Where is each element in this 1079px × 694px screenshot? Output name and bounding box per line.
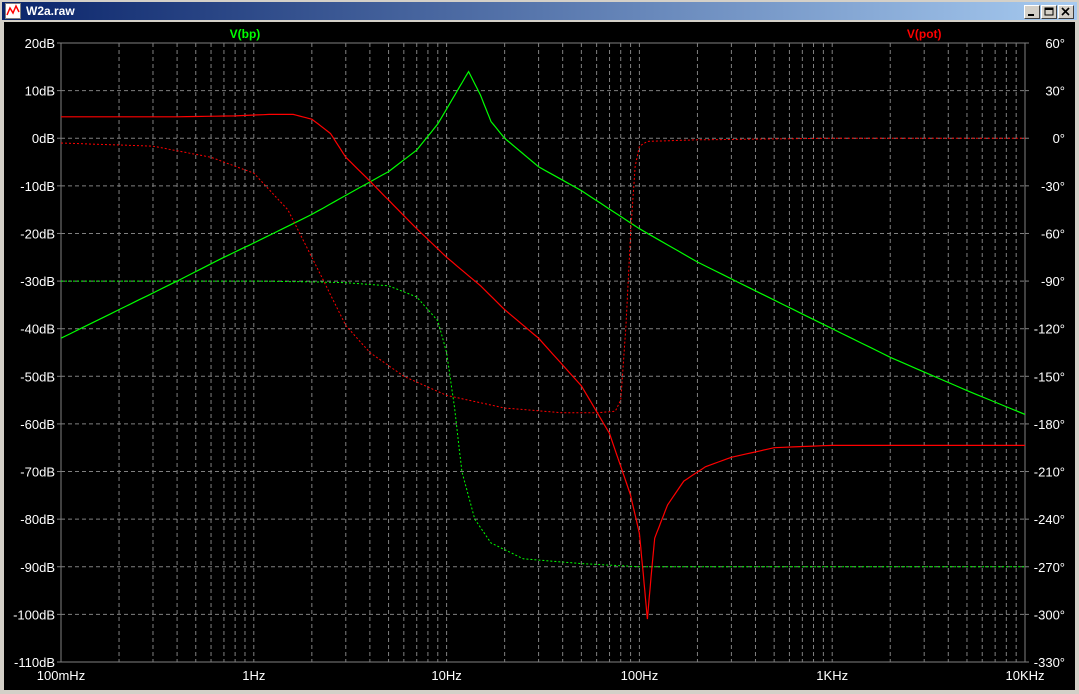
traces [60, 70, 1026, 620]
trace-v-pot-magnitude [61, 113, 1025, 620]
y-right-tick-label: -210° [1034, 465, 1065, 480]
y-right-tick-label: -120° [1034, 322, 1065, 337]
y-left-tick-label: -10dB [20, 179, 55, 194]
y-right-tick-label: 30° [1045, 84, 1065, 99]
bode-chart[interactable]: 100mHz 1Hz 10Hz 100Hz 1KHz 10KHz 20dB 10dB 0dB -… [4, 22, 1075, 690]
minimize-icon [1028, 14, 1034, 16]
x-tick-label: 1Hz [242, 668, 265, 683]
trace-v-pot-phase [60, 137, 1025, 414]
y-left-tick-label: -100dB [13, 607, 55, 622]
y-right-tick-label: 0° [1053, 131, 1065, 146]
x-tick-label: 1KHz [816, 668, 848, 683]
y-left-tick-label: -90dB [20, 560, 55, 575]
y-left-tick-label: -70dB [20, 465, 55, 480]
x-tick-label: 100mHz [37, 668, 85, 683]
y-left-tick-label: -40dB [20, 322, 55, 337]
y-left-tick-label: 10dB [25, 84, 55, 99]
close-icon [1061, 7, 1070, 16]
x-tick-label: 10KHz [1005, 668, 1044, 683]
y-axis-left-ticks: 20dB 10dB 0dB -10dB -20dB -30dB -40dB -50dB -60d… [13, 36, 61, 670]
y-left-tick-label: 0dB [32, 131, 55, 146]
legend[interactable]: V(bp) V(pot) [230, 27, 942, 41]
y-left-tick-label: -30dB [20, 274, 55, 289]
y-axis-right-ticks: 60° 30° 0° -30° -60° -90° -120° -150° -180° -210°… [1025, 36, 1065, 670]
y-right-tick-label: -240° [1034, 512, 1065, 527]
title-bar[interactable]: W2a.raw [2, 2, 1077, 20]
y-right-tick-label: -270° [1034, 560, 1065, 575]
x-axis-ticks: 100mHz 1Hz 10Hz 100Hz 1KHz 10KHz [37, 668, 1045, 683]
app-window: W2a.raw 100mHz 1Hz 10Hz 100Hz 1KHz 10KHz 20dB… [0, 0, 1079, 694]
y-left-tick-label: -110dB [14, 655, 55, 670]
trace-v-bp-magnitude [60, 70, 1026, 415]
legend-label-v-pot[interactable]: V(pot) [907, 27, 942, 41]
plot-area[interactable]: 100mHz 1Hz 10Hz 100Hz 1KHz 10KHz 20dB 10dB 0dB -… [4, 22, 1075, 690]
y-right-tick-label: -90° [1041, 274, 1065, 289]
y-right-tick-label: -150° [1034, 369, 1065, 384]
y-left-tick-label: -60dB [20, 417, 55, 432]
y-left-tick-label: -50dB [20, 369, 55, 384]
close-button[interactable] [1058, 5, 1074, 19]
y-left-tick-label: -20dB [20, 226, 55, 241]
restore-button[interactable] [1041, 5, 1057, 19]
y-right-tick-label: -330° [1034, 655, 1065, 670]
y-right-tick-label: -60° [1041, 226, 1065, 241]
x-tick-label: 100Hz [621, 668, 659, 683]
y-right-tick-label: -180° [1034, 417, 1065, 432]
y-left-tick-label: -80dB [20, 512, 55, 527]
y-right-tick-label: -30° [1041, 179, 1065, 194]
waveform-icon [5, 3, 21, 19]
y-left-tick-label: 20dB [25, 36, 55, 51]
x-tick-label: 10Hz [431, 668, 461, 683]
y-right-tick-label: -300° [1034, 607, 1065, 622]
y-right-tick-label: 60° [1045, 36, 1065, 51]
minimize-button[interactable] [1024, 5, 1040, 19]
legend-label-v-bp[interactable]: V(bp) [230, 27, 261, 41]
restore-icon [1044, 7, 1054, 16]
window-title: W2a.raw [26, 4, 75, 18]
